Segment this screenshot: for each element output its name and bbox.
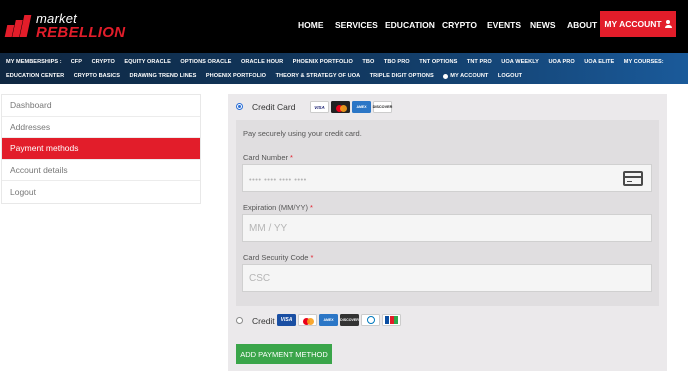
expiration-label: Expiration (MM/YY) * — [243, 203, 313, 212]
sidebar-item-account-details[interactable]: Account details — [2, 160, 200, 182]
membership-link[interactable]: ORACLE HOUR — [241, 59, 283, 65]
my-account-button[interactable]: MY ACCOUNT — [600, 11, 676, 37]
membership-my-account-link[interactable]: MY ACCOUNT — [443, 73, 488, 79]
membership-link[interactable]: TBO — [362, 59, 374, 65]
sidebar-item-dashboard[interactable]: Dashboard — [2, 95, 200, 117]
diners-club-icon — [361, 314, 380, 326]
visa-icon: VISA — [310, 101, 329, 113]
nav-about[interactable]: ABOUT — [567, 20, 597, 30]
membership-link[interactable]: OPTIONS ORACLE — [180, 59, 231, 65]
sidebar-item-addresses[interactable]: Addresses — [2, 117, 200, 139]
card-number-label: Card Number * — [243, 153, 293, 162]
secure-payment-text: Pay securely using your credit card. — [243, 129, 362, 138]
expiration-input[interactable]: MM / YY — [242, 214, 652, 242]
add-payment-method-button[interactable]: ADD PAYMENT METHOD — [236, 344, 332, 364]
nav-home[interactable]: HOME — [298, 20, 324, 30]
amex-icon: AMEX — [352, 101, 371, 113]
membership-row-1: MY MEMBERSHIPS : CFP CRYPTO EQUITY ORACL… — [6, 55, 673, 69]
csc-label: Card Security Code * — [243, 253, 313, 262]
nav-crypto[interactable]: CRYPTO — [442, 20, 477, 30]
course-link[interactable]: DRAWING TREND LINES — [130, 73, 197, 79]
credit-card-icon — [623, 171, 643, 186]
nav-services[interactable]: SERVICES — [335, 20, 378, 30]
membership-link[interactable]: CFP — [71, 59, 82, 65]
csc-label-text: Card Security Code — [243, 253, 309, 262]
mastercard-icon — [298, 314, 317, 326]
credit-radio[interactable] — [236, 317, 243, 324]
membership-link[interactable]: CRYPTO — [92, 59, 115, 65]
course-link[interactable]: PHOENIX PORTFOLIO — [206, 73, 266, 79]
membership-bar: MY MEMBERSHIPS : CFP CRYPTO EQUITY ORACL… — [0, 53, 688, 84]
expiration-placeholder: MM / YY — [249, 223, 288, 234]
membership-link[interactable]: UOA WEEKLY — [501, 59, 539, 65]
csc-placeholder: CSC — [249, 273, 271, 284]
top-navbar: market REBELLION HOME SERVICES EDUCATION… — [0, 0, 688, 53]
required-asterisk: * — [310, 203, 313, 212]
course-link[interactable]: EDUCATION CENTER — [6, 73, 64, 79]
nav-news[interactable]: NEWS — [530, 20, 556, 30]
course-link[interactable]: CRYPTO BASICS — [74, 73, 120, 79]
membership-logout-link[interactable]: LOGOUT — [498, 73, 522, 79]
amex-icon: AMEX — [319, 314, 338, 326]
membership-link[interactable]: PHOENIX PORTFOLIO — [293, 59, 353, 65]
credit-card-label: Credit Card — [252, 102, 296, 112]
expiration-label-text: Expiration (MM/YY) — [243, 203, 309, 212]
credit-label: Credit — [252, 316, 275, 326]
membership-my-account-label: MY ACCOUNT — [450, 73, 489, 79]
my-courses-label: MY COURSES: — [623, 59, 664, 65]
account-sidebar: Dashboard Addresses Payment methods Acco… — [1, 94, 201, 204]
card-number-placeholder: •••• •••• •••• •••• — [249, 175, 307, 184]
membership-link[interactable]: TNT OPTIONS — [419, 59, 457, 65]
brand-logo[interactable]: market REBELLION — [4, 9, 126, 43]
nav-events[interactable]: EVENTS — [487, 20, 521, 30]
card-number-label-text: Card Number — [243, 153, 289, 162]
sidebar-item-logout[interactable]: Logout — [2, 181, 200, 203]
user-icon — [664, 20, 672, 28]
memberships-lead: MY MEMBERSHIPS : — [6, 59, 62, 65]
brand-logo-mark-icon — [4, 15, 32, 37]
membership-link[interactable]: UOA ELITE — [584, 59, 614, 65]
my-account-label: MY ACCOUNT — [604, 19, 662, 29]
course-link[interactable]: THEORY & STRATEGY OF UOA — [276, 73, 361, 79]
membership-link[interactable]: TNT PRO — [467, 59, 492, 65]
membership-row-2: EDUCATION CENTER CRYPTO BASICS DRAWING T… — [6, 69, 532, 83]
sidebar-item-payment-methods[interactable]: Payment methods — [2, 138, 200, 160]
discover-icon: DISCOVER — [340, 314, 359, 326]
discover-icon: DISCOVER — [373, 101, 392, 113]
visa-icon: VISA — [277, 314, 296, 326]
jcb-icon — [382, 314, 401, 326]
user-icon — [443, 73, 449, 79]
brand-logo-bottom: REBELLION — [36, 24, 126, 41]
required-asterisk: * — [290, 153, 293, 162]
nav-education[interactable]: EDUCATION — [385, 20, 435, 30]
course-link[interactable]: TRIPLE DIGIT OPTIONS — [370, 73, 434, 79]
mastercard-icon — [331, 101, 350, 113]
credit-logos: VISA AMEX DISCOVER — [277, 314, 401, 326]
membership-link[interactable]: TBO PRO — [384, 59, 410, 65]
credit-card-radio[interactable] — [236, 103, 243, 110]
credit-card-logos: VISA AMEX DISCOVER — [310, 101, 392, 113]
membership-link[interactable]: EQUITY ORACLE — [124, 59, 171, 65]
card-number-input[interactable]: •••• •••• •••• •••• — [242, 164, 652, 192]
csc-input[interactable]: CSC — [242, 264, 652, 292]
membership-link[interactable]: UOA PRO — [548, 59, 574, 65]
required-asterisk: * — [310, 253, 314, 262]
